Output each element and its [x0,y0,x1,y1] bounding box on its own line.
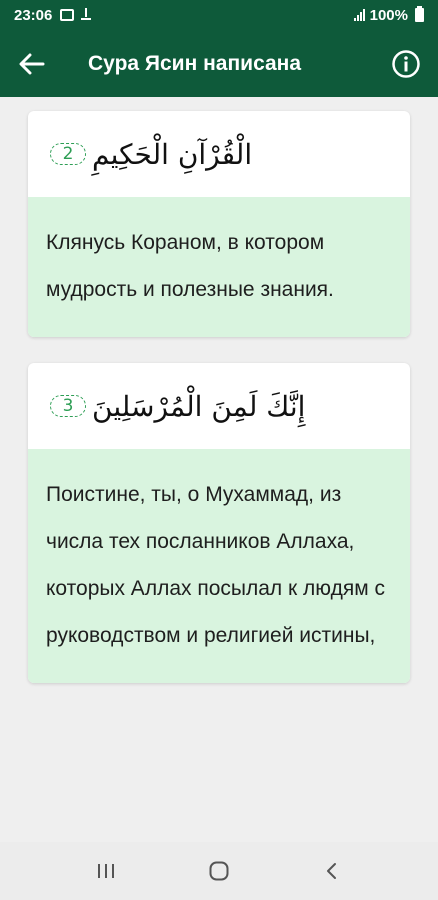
system-nav-bar [0,842,438,900]
status-time: 23:06 [14,6,53,24]
page-title: Сура Ясин написана [88,51,302,75]
arabic-verse: الْقُرْآنِ الْحَكِيمِ 2 [28,111,410,197]
image-icon [60,9,75,21]
app-bar: Сура Ясин написана [0,30,438,97]
back-icon [326,863,336,879]
info-button[interactable] [374,30,438,97]
verse-translation: Поистине, ты, о Мухаммад, из числа тех п… [28,449,410,683]
info-icon [392,49,420,78]
arabic-text: الْقُرْآنِ الْحَكِيمِ [92,137,253,171]
recent-apps-icon [98,864,115,878]
verse-number-badge: 2 [50,143,86,165]
status-bar: 23:06 100% [0,0,438,30]
arabic-text: إِنَّكَ لَمِنَ الْمُرْسَلِينَ [92,389,306,423]
verse-translation: Клянусь Кораном, в котором мудрость и по… [28,197,410,337]
recent-apps-button[interactable] [76,842,136,900]
arabic-verse: إِنَّكَ لَمِنَ الْمُرْسَلِينَ 3 [28,363,410,449]
verse-list[interactable]: الْقُرْآنِ الْحَكِيمِ 2 Клянусь Кораном,… [0,97,438,842]
app-notification-icon [80,8,92,22]
battery-percent: 100% [369,6,408,24]
battery-icon [415,6,424,22]
nav-back-button[interactable] [302,842,362,900]
home-icon [209,861,229,881]
home-button[interactable] [189,842,249,900]
arrow-left-icon [19,53,45,74]
verse-number-badge: 3 [50,395,86,417]
verse-card[interactable]: الْقُرْآنِ الْحَكِيمِ 2 Клянусь Кораном,… [28,111,410,337]
signal-icon [353,9,365,21]
back-button[interactable] [0,30,64,97]
verse-card[interactable]: إِنَّكَ لَمِنَ الْمُرْسَلِينَ 3 Поистине… [28,363,410,683]
